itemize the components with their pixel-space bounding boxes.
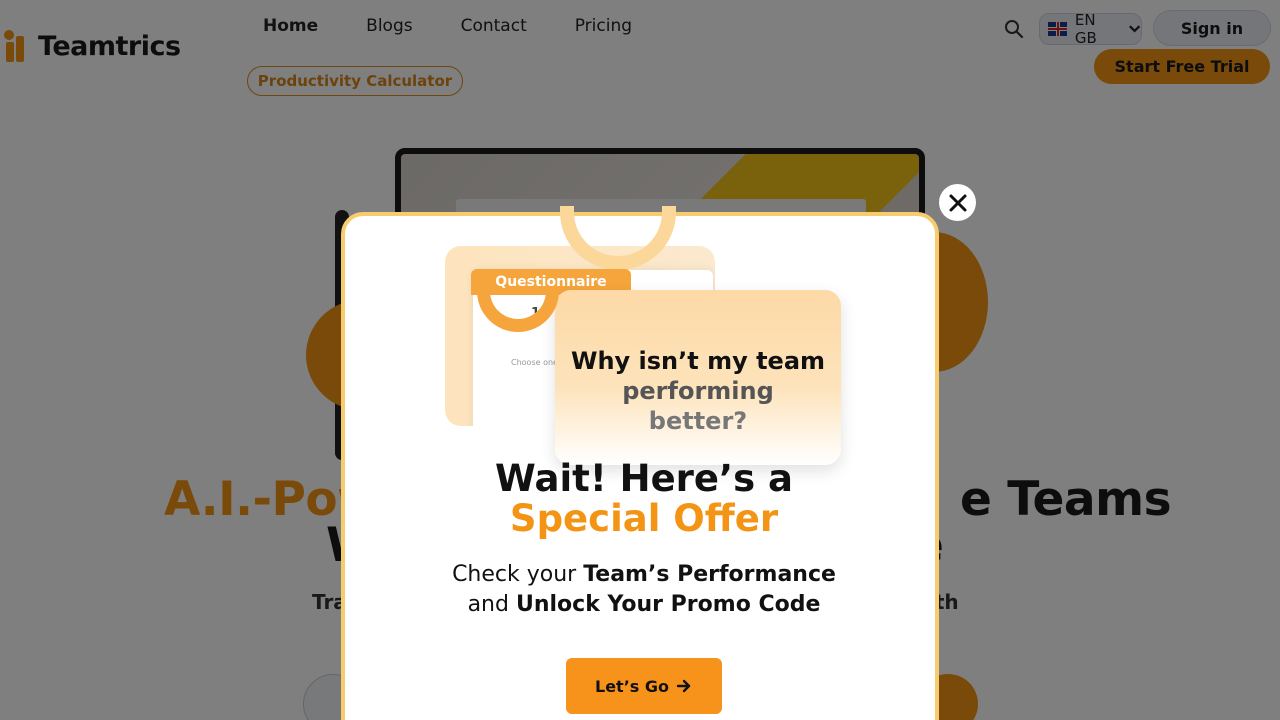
arrow-right-icon — [676, 679, 691, 693]
lets-go-button[interactable]: Let’s Go — [566, 658, 722, 714]
offer-description: Check your Team’s Performance and Unlock… — [345, 560, 943, 620]
close-icon — [949, 194, 966, 211]
question-line-2: performing — [622, 377, 774, 405]
choose-option-text: Choose one — [511, 358, 558, 367]
lets-go-label: Let’s Go — [595, 676, 669, 696]
special-offer-modal: Questionnaire 1/ Choose one Why isn’t my… — [341, 206, 939, 720]
wait-heading: Wait! Here’s a — [495, 457, 793, 500]
question-line-3: better? — [648, 407, 748, 435]
close-modal-button[interactable] — [939, 184, 976, 221]
special-offer-heading: Special Offer — [509, 497, 779, 540]
unlock-bold: Unlock Your Promo Code — [515, 592, 821, 617]
check-prefix: Check your — [452, 562, 584, 587]
question-card-title: Why isn’t my team performing better? — [555, 346, 841, 436]
check-bold: Team’s Performance — [583, 562, 836, 587]
unlock-prefix: and — [467, 592, 516, 617]
question-line-1: Why isn’t my team — [570, 347, 826, 375]
